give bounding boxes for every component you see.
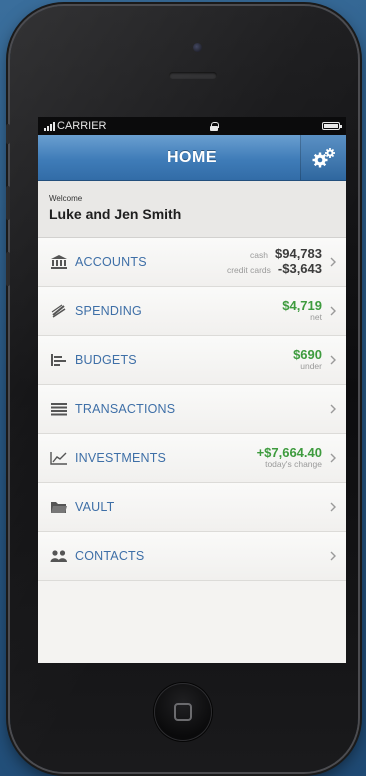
app-screen: CARRIER HOME Welcome Luke and Jen Smith … bbox=[38, 117, 346, 663]
accounts-values: cash $94,783 credit cards -$3,643 bbox=[227, 238, 322, 286]
cash-value: $94,783 bbox=[275, 246, 322, 262]
nav-bar: HOME bbox=[38, 135, 346, 181]
volume-up-button bbox=[6, 186, 10, 220]
chevron-right-icon bbox=[330, 257, 336, 267]
welcome-label: Welcome bbox=[49, 194, 83, 203]
credit-cards-value: -$3,643 bbox=[277, 261, 322, 276]
spending-sublabel: net bbox=[310, 312, 322, 323]
list-icon bbox=[50, 402, 68, 416]
home-square-icon bbox=[174, 703, 192, 721]
status-bar: CARRIER bbox=[38, 117, 346, 135]
user-name: Luke and Jen Smith bbox=[49, 206, 182, 222]
menu-label-accounts: ACCOUNTS bbox=[75, 255, 147, 269]
home-button[interactable] bbox=[154, 683, 212, 741]
budgets-sublabel: under bbox=[300, 361, 322, 372]
menu-label-spending: SPENDING bbox=[75, 304, 142, 318]
signal-icon bbox=[44, 121, 55, 131]
credit-cards-label: credit cards bbox=[226, 265, 271, 275]
folder-icon bbox=[50, 500, 68, 514]
menu-item-budgets[interactable]: BUDGETS $690 under bbox=[38, 336, 346, 385]
menu-item-vault[interactable]: VAULT bbox=[38, 483, 346, 532]
settings-button[interactable] bbox=[300, 135, 346, 180]
mute-switch bbox=[6, 124, 10, 144]
carrier-label: CARRIER bbox=[57, 120, 107, 132]
battery-icon bbox=[321, 122, 342, 130]
spending-values: $4,719 net bbox=[282, 287, 322, 335]
chevron-right-icon bbox=[330, 453, 336, 463]
cash-label: cash bbox=[250, 250, 268, 261]
line-chart-icon bbox=[50, 451, 68, 465]
menu-label-vault: VAULT bbox=[75, 500, 115, 514]
chevron-right-icon bbox=[330, 502, 336, 512]
investments-values: +$7,664.40 today's change bbox=[257, 434, 322, 482]
lock-icon bbox=[210, 121, 220, 131]
page-title: HOME bbox=[167, 148, 217, 166]
menu-item-transactions[interactable]: TRANSACTIONS bbox=[38, 385, 346, 434]
bar-chart-icon bbox=[50, 353, 68, 367]
people-icon bbox=[50, 549, 68, 563]
spending-value: $4,719 bbox=[282, 298, 322, 314]
menu-item-accounts[interactable]: ACCOUNTS cash $94,783 credit cards -$3,6… bbox=[38, 238, 346, 287]
menu-label-budgets: BUDGETS bbox=[75, 353, 137, 367]
investments-value: +$7,664.40 bbox=[256, 445, 322, 461]
earpiece-speaker bbox=[169, 72, 217, 79]
chevron-right-icon bbox=[330, 355, 336, 365]
spending-icon bbox=[50, 304, 68, 318]
front-camera bbox=[193, 43, 202, 52]
volume-down-button bbox=[6, 252, 10, 286]
chevron-right-icon bbox=[330, 551, 336, 561]
menu-label-contacts: CONTACTS bbox=[75, 549, 145, 563]
chevron-right-icon bbox=[330, 306, 336, 316]
bank-icon bbox=[50, 255, 68, 269]
menu-label-investments: INVESTMENTS bbox=[75, 451, 167, 465]
menu-item-spending[interactable]: SPENDING $4,719 net bbox=[38, 287, 346, 336]
welcome-section: Welcome Luke and Jen Smith bbox=[38, 181, 346, 238]
chevron-right-icon bbox=[330, 404, 336, 414]
menu-item-contacts[interactable]: CONTACTS bbox=[38, 532, 346, 581]
investments-sublabel: today's change bbox=[265, 459, 322, 470]
budgets-values: $690 under bbox=[293, 336, 322, 384]
gear-icon bbox=[312, 147, 335, 167]
budgets-value: $690 bbox=[293, 347, 322, 363]
menu-item-investments[interactable]: INVESTMENTS +$7,664.40 today's change bbox=[38, 434, 346, 483]
menu-label-transactions: TRANSACTIONS bbox=[75, 402, 176, 416]
